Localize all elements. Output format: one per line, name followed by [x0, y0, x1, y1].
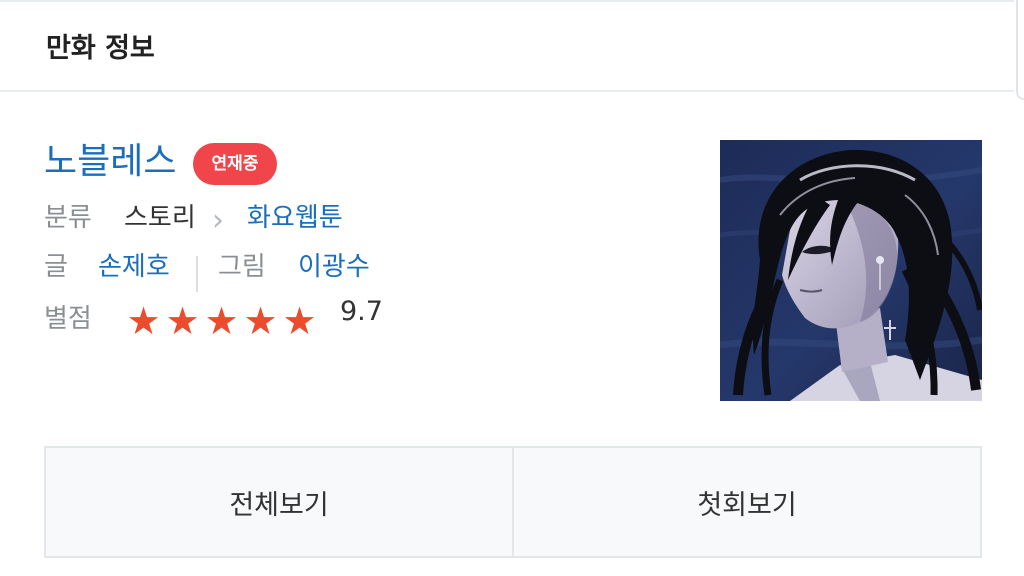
writer-link[interactable]: 손제호 [98, 246, 170, 283]
credits-divider [196, 256, 198, 292]
artist-label: 그림 [218, 252, 266, 282]
page-header: 만화 정보 [0, 0, 1014, 92]
weekday-link[interactable]: 화요웹툰 [247, 197, 343, 234]
scrollbar-edge[interactable] [1016, 0, 1024, 100]
genre-value: 스토리 [124, 203, 196, 233]
comic-thumbnail[interactable] [720, 140, 982, 401]
artist-link[interactable]: 이광수 [298, 246, 370, 283]
rating-stars: ★ ★ ★ ★ ★ [124, 300, 319, 342]
rating-score: 9.7 [340, 296, 383, 327]
view-all-button[interactable]: 전체보기 [46, 448, 512, 556]
rating-label: 별점 [44, 304, 92, 334]
star-icon: ★ [165, 299, 200, 343]
view-first-episode-button[interactable]: 첫회보기 [512, 448, 980, 556]
star-icon: ★ [126, 299, 161, 343]
credits-row: 글 손제호 그림 이광수 [44, 246, 444, 292]
star-icon: ★ [282, 299, 317, 343]
page-title: 만화 정보 [46, 33, 155, 64]
genre-row: 분류 스토리 › 화요웹툰 [44, 197, 444, 238]
comic-title[interactable]: 노블레스 [44, 132, 176, 184]
star-icon: ★ [243, 299, 278, 343]
writer-label: 글 [44, 252, 68, 282]
comic-info-page: 만화 정보 노블레스 연재중 분류 스토리 › 화요웹툰 글 손제호 그림 이광… [0, 0, 1024, 576]
star-icon: ★ [204, 299, 239, 343]
genre-label: 분류 [44, 203, 92, 233]
action-buttons: 전체보기 첫회보기 [44, 446, 982, 558]
status-badge: 연재중 [193, 143, 277, 185]
chevron-right-icon: › [212, 203, 224, 238]
